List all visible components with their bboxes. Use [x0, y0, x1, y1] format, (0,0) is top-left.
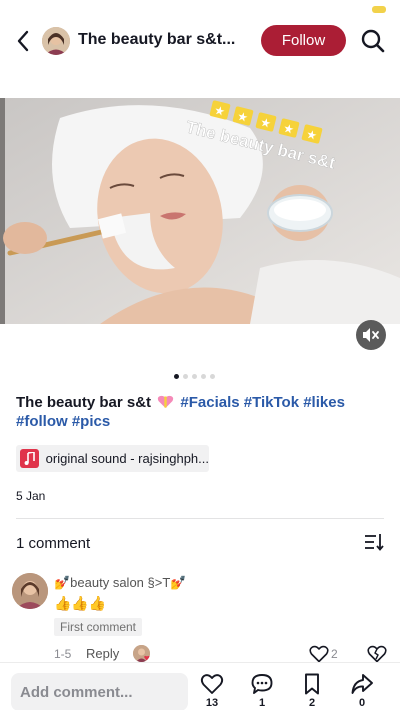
like-count: 13 [205, 697, 219, 709]
share-arrow-icon [351, 674, 373, 694]
post-image[interactable]: ★ ★ ★ ★ ★ The beauty bar s&t [0, 98, 400, 324]
carousel-dot [192, 374, 197, 379]
comment-dislike-button[interactable] [367, 645, 387, 663]
mute-button[interactable] [356, 320, 386, 350]
chevron-left-icon [17, 30, 29, 52]
follow-button[interactable]: Follow [261, 25, 346, 56]
search-button[interactable] [360, 28, 386, 54]
search-icon [361, 29, 385, 53]
comment-button[interactable]: 1 [247, 672, 277, 709]
commenter-avatar[interactable] [12, 573, 48, 609]
divider [16, 518, 384, 519]
save-button[interactable]: 2 [297, 672, 327, 709]
top-bar: The beauty bar s&t... Follow [0, 0, 400, 62]
comment-count: 1 comment [16, 535, 91, 552]
sound-label: original sound - rajsinghph... [45, 451, 209, 466]
comment-index: 1-5 [54, 647, 72, 661]
add-comment-input[interactable]: Add comment... [11, 673, 188, 710]
carousel-dot [201, 374, 206, 379]
reply-button[interactable]: Reply [86, 646, 119, 661]
like-button[interactable]: 13 [197, 672, 227, 709]
comment-like-button[interactable] [309, 645, 329, 663]
back-button[interactable] [12, 28, 34, 54]
comment-count-bottom: 1 [258, 697, 266, 709]
hashtag-list[interactable]: #follow #pics [16, 413, 110, 430]
speaker-muted-icon [363, 328, 379, 342]
hashtag-list[interactable]: #Facials #TikTok #likes [180, 394, 345, 411]
sort-icon [365, 534, 384, 551]
post-caption: The beauty bar s&t #Facials #TikTok #lik… [16, 393, 386, 431]
broken-heart-icon [367, 645, 387, 663]
music-note-icon [20, 449, 39, 468]
liked-by-avatar [133, 645, 150, 662]
caption-text: The beauty bar s&t [16, 394, 152, 411]
carousel-dot [183, 374, 188, 379]
first-comment-badge: First comment [54, 618, 143, 636]
post-date: 5 Jan [16, 489, 46, 503]
heart-icon [200, 674, 224, 694]
carousel-dot [210, 374, 215, 379]
sound-chip[interactable]: original sound - rajsinghph... [16, 445, 209, 472]
comment-text: 👍👍👍 [54, 595, 107, 611]
sort-comments-button[interactable] [364, 533, 384, 551]
bookmark-icon [305, 673, 319, 695]
share-count: 0 [358, 697, 366, 709]
author-name[interactable]: The beauty bar s&t... [78, 31, 235, 49]
share-button[interactable]: 0 [347, 672, 377, 709]
author-avatar[interactable] [42, 27, 70, 55]
gift-heart-icon [158, 395, 174, 408]
heart-outline-icon [309, 645, 329, 663]
bottom-action-bar: Add comment... 13 1 2 0 [0, 662, 400, 710]
carousel-indicator [174, 374, 215, 379]
carousel-dot [174, 374, 179, 379]
comment-bubble-icon [251, 674, 273, 694]
save-count: 2 [308, 697, 316, 709]
commenter-username[interactable]: 💅beauty salon §>T💅 [54, 575, 186, 591]
comment-like-count: 2 [331, 647, 338, 661]
